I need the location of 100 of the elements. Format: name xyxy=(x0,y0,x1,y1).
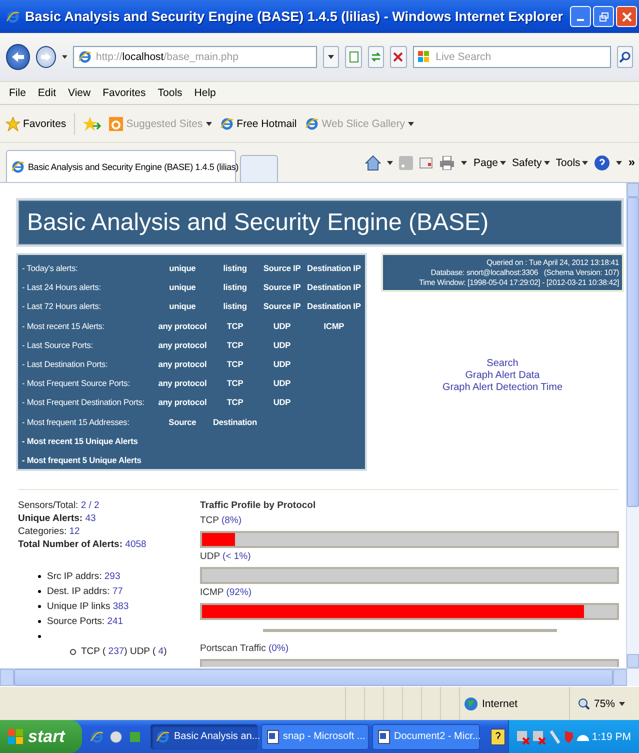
start-button[interactable]: start xyxy=(0,720,82,753)
help-icon[interactable] xyxy=(491,728,505,744)
menu-item[interactable]: View xyxy=(63,85,96,101)
search-field[interactable]: Live Search xyxy=(412,46,611,68)
mail-icon[interactable] xyxy=(419,156,434,168)
horizontal-scrollbar[interactable] xyxy=(0,668,639,686)
caret-icon xyxy=(387,160,394,164)
bar-label: UDP (< 1%) xyxy=(200,550,252,563)
taskbar-button[interactable]: Document2 - Micr... xyxy=(372,724,480,750)
alert-link[interactable]: UDP xyxy=(261,393,303,412)
alert-link[interactable]: Source IP xyxy=(261,278,303,298)
alert-link[interactable]: listing xyxy=(210,278,260,298)
caret-icon xyxy=(582,160,588,164)
stat-text: Src IP addrs: 293 xyxy=(47,570,120,583)
address-field[interactable]: http://localhost/base_main.php xyxy=(73,46,317,68)
forward-button[interactable] xyxy=(36,46,56,68)
alert-link[interactable]: UDP xyxy=(261,354,303,374)
alert-link[interactable]: any protocol xyxy=(156,336,209,355)
refresh-button[interactable] xyxy=(368,46,384,68)
row-label: - Today's alerts: xyxy=(22,262,79,275)
back-button[interactable] xyxy=(6,44,30,70)
alert-link[interactable]: TCP xyxy=(210,393,260,412)
windows-logo-icon xyxy=(8,728,24,744)
forward-arrow-icon xyxy=(40,52,52,62)
alert-link[interactable]: Destination IP xyxy=(304,259,363,278)
compatibility-button[interactable] xyxy=(345,46,362,68)
menu-item[interactable]: Favorites xyxy=(98,85,151,101)
home-icon[interactable] xyxy=(365,154,382,170)
menu-item[interactable]: Edit xyxy=(32,85,62,101)
menu-item[interactable]: File xyxy=(4,85,31,101)
alert-link[interactable]: any protocol xyxy=(156,316,209,336)
favorites-link[interactable]: Free Hotmail xyxy=(220,116,297,130)
more-button[interactable]: » xyxy=(628,154,635,168)
alert-link[interactable]: UDP xyxy=(261,316,303,336)
stop-button[interactable] xyxy=(390,46,407,68)
alert-link[interactable]: unique xyxy=(156,259,209,278)
command-menu[interactable]: Tools xyxy=(556,156,588,168)
alert-link[interactable]: Destination IP xyxy=(304,278,363,298)
page-icon xyxy=(220,116,234,130)
search-button[interactable] xyxy=(616,46,634,68)
alert-link[interactable]: Source IP xyxy=(261,297,303,317)
zone-text: Internet xyxy=(482,698,518,710)
bullet-icon xyxy=(38,605,41,608)
menu-item[interactable]: Tools xyxy=(152,85,188,101)
alert-link[interactable]: unique xyxy=(156,278,209,298)
row-label: - Most frequent 15 Addresses: xyxy=(22,416,130,429)
bullet-icon xyxy=(38,590,41,593)
alert-link[interactable]: TCP xyxy=(210,336,260,355)
alert-link[interactable]: Destination IP xyxy=(304,297,363,317)
row-label: - Last Source Ports: xyxy=(22,338,94,352)
print-icon[interactable] xyxy=(439,156,456,170)
alert-link[interactable]: any protocol xyxy=(156,393,209,412)
caret-icon xyxy=(619,702,625,706)
bullet-icon xyxy=(38,575,41,578)
search-icon xyxy=(618,51,631,63)
close-icon xyxy=(622,12,632,22)
minimize-icon xyxy=(577,18,584,20)
dropdown-button[interactable] xyxy=(323,46,340,68)
alert-link[interactable]: Source xyxy=(156,412,209,432)
command-menu[interactable]: Page xyxy=(473,156,506,168)
bullet-icon xyxy=(38,635,41,638)
restore-button[interactable] xyxy=(593,6,614,27)
add-favorite-icon[interactable] xyxy=(83,116,102,130)
action-link[interactable]: Graph Alert Data xyxy=(465,370,540,381)
app-icon[interactable] xyxy=(109,730,123,744)
browser-tab[interactable]: Basic Analysis and Security Engine (BASE) 1.4.5 (lilias) xyxy=(6,150,236,182)
alert-link[interactable]: ICMP xyxy=(304,316,363,336)
stat-text: Source Ports: 241 xyxy=(47,615,124,628)
alert-link[interactable]: Source IP xyxy=(261,259,303,278)
action-link[interactable]: Graph Alert Detection Time xyxy=(442,382,563,393)
alert-link[interactable]: - Most recent 15 Unique Alerts xyxy=(22,432,363,451)
app-icon[interactable] xyxy=(128,730,142,744)
taskbar-button[interactable]: Basic Analysis an... xyxy=(150,724,258,750)
alert-link[interactable]: Destination xyxy=(210,412,260,432)
caret-icon xyxy=(544,160,550,164)
menu-item[interactable]: Help xyxy=(189,85,221,101)
alert-link[interactable]: any protocol xyxy=(156,354,209,374)
alert-link[interactable]: UDP xyxy=(261,336,303,355)
minimize-button[interactable] xyxy=(570,6,591,27)
alert-link[interactable]: any protocol xyxy=(156,374,209,394)
taskbar-button[interactable]: snap - Microsoft ... xyxy=(261,724,369,750)
command-menu[interactable]: Safety xyxy=(512,156,550,168)
close-button[interactable] xyxy=(616,6,637,27)
alert-link[interactable]: unique xyxy=(156,297,209,317)
action-link[interactable]: Search xyxy=(486,358,518,369)
back-arrow-icon xyxy=(10,51,25,63)
alert-link[interactable]: TCP xyxy=(210,316,260,336)
caret-icon xyxy=(461,160,468,164)
vertical-scrollbar[interactable] xyxy=(626,183,639,668)
alert-link[interactable]: TCP xyxy=(210,374,260,394)
alert-link[interactable]: listing xyxy=(210,259,260,278)
windows-logo-icon xyxy=(418,51,430,63)
help-icon[interactable] xyxy=(594,154,610,170)
alert-link[interactable]: TCP xyxy=(210,354,260,374)
alert-link[interactable]: UDP xyxy=(261,374,303,394)
alert-link[interactable]: listing xyxy=(210,297,260,317)
alert-link[interactable]: - Most frequent 5 Unique Alerts xyxy=(22,450,363,470)
favorites-button[interactable]: Favorites xyxy=(6,116,66,130)
ie-icon xyxy=(90,730,104,744)
bar-label: Portscan Traffic (0%) xyxy=(200,642,290,655)
